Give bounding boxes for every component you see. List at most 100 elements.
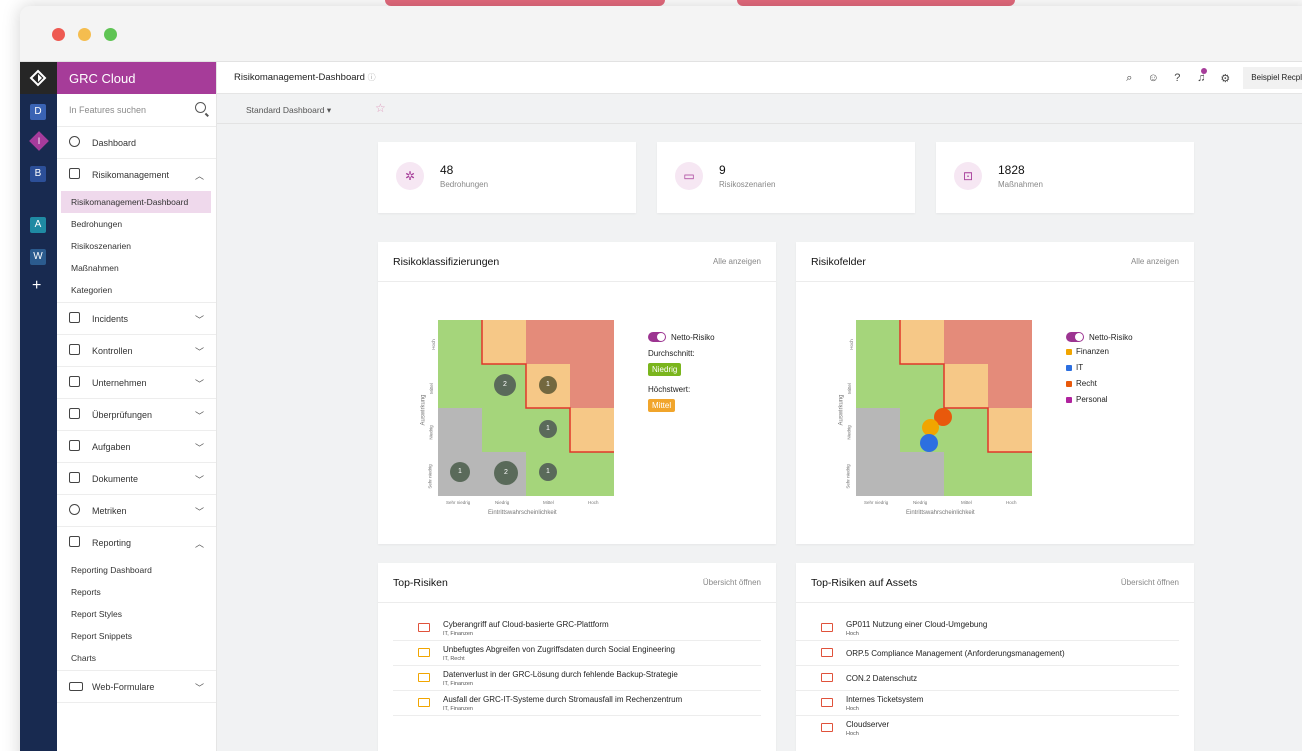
top-risk-row[interactable]: Ausfall der GRC-IT-Systeme durch Stromau… xyxy=(393,691,761,716)
feature-search-input[interactable]: In Features suchen xyxy=(57,94,216,127)
sidebar-sub-risikoszenarien[interactable]: Risikoszenarien xyxy=(57,235,216,257)
risk-bubble[interactable]: 1 xyxy=(539,376,557,394)
chevron-down-icon: ﹀ xyxy=(194,379,204,389)
asset-risk-row[interactable]: Cloudserver Hoch xyxy=(796,716,1179,741)
user-menu-button[interactable]: Beispiel Recpl xyxy=(1243,67,1302,89)
y-tick: Hoch xyxy=(848,339,854,350)
y-tick: Niedrig xyxy=(846,425,852,440)
sidebar-sub-risk-dashboard[interactable]: Risikomanagement-Dashboard xyxy=(61,191,211,213)
sidebar-sub-bedrohungen[interactable]: Bedrohungen xyxy=(57,213,216,235)
risk-bubble[interactable]: 2 xyxy=(494,461,518,485)
sidebar-sub-report-styles[interactable]: Report Styles xyxy=(57,603,216,625)
gear-icon[interactable]: ⚙ xyxy=(1213,72,1237,85)
search-icon[interactable] xyxy=(195,102,206,113)
risk-bubble[interactable]: 2 xyxy=(494,374,516,396)
asset-subtitle: Hoch xyxy=(846,631,859,637)
sidebar-item-unternehmen[interactable]: Unternehmen ﹀ xyxy=(57,367,216,399)
asset-risk-row[interactable]: Internes Ticketsystem Hoch xyxy=(796,691,1179,716)
asset-risk-row[interactable]: ORP.5 Compliance Management (Anforderung… xyxy=(796,641,1179,666)
x-axis-label: Eintrittswahrscheinlichkeit xyxy=(488,510,557,516)
rail-app-b[interactable]: B xyxy=(30,166,46,182)
sidebar-item-kontrollen[interactable]: Kontrollen ﹀ xyxy=(57,335,216,367)
question-icon[interactable]: ? xyxy=(1165,72,1189,84)
logo-icon[interactable] xyxy=(20,62,57,94)
asset-title: Internes Ticketsystem xyxy=(846,695,924,704)
rail-app-i[interactable]: I xyxy=(29,131,49,151)
risk-dot-it[interactable] xyxy=(920,434,938,452)
dashboard-select[interactable]: Standard Dashboard ▾ xyxy=(246,105,331,116)
average-label: Durchschnitt: xyxy=(648,349,695,358)
page-title-text: Risikomanagement-Dashboard xyxy=(234,72,365,83)
search-icon[interactable]: ⌕ xyxy=(1117,72,1141,85)
maximize-window-button[interactable] xyxy=(104,28,117,41)
x-tick: Mittel xyxy=(543,500,554,505)
asset-subtitle: Hoch xyxy=(846,706,859,712)
net-risk-toggle[interactable] xyxy=(648,332,666,342)
chevron-down-icon: ﹀ xyxy=(194,683,204,693)
card-header: Top-Risiken Übersicht öffnen xyxy=(378,563,776,603)
top-risks-card: Top-Risiken Übersicht öffnen Cyberangrif… xyxy=(378,563,776,751)
risk-bubble[interactable]: 1 xyxy=(450,462,470,482)
sidebar-item-label: Web-Formulare xyxy=(92,682,155,692)
stat-card-massnahmen[interactable]: ⊡ 1828 Maßnahmen xyxy=(936,142,1194,213)
sidebar-item-dokumente[interactable]: Dokumente ﹀ xyxy=(57,463,216,495)
net-risk-toggle[interactable] xyxy=(1066,332,1084,342)
stat-card-bedrohungen[interactable]: ✲ 48 Bedrohungen xyxy=(378,142,636,213)
risk-scenario-icon xyxy=(418,698,430,707)
top-risk-row[interactable]: Cyberangriff auf Cloud-basierte GRC-Plat… xyxy=(393,616,761,641)
calendar-check-icon xyxy=(69,408,80,419)
sidebar-sub-massnahmen[interactable]: Maßnahmen xyxy=(57,257,216,279)
sidebar-item-metriken[interactable]: Metriken ﹀ xyxy=(57,495,216,527)
y-tick: Mittel xyxy=(846,383,852,394)
help-icon[interactable]: ⓘ xyxy=(368,73,376,82)
sidebar-item-risikomanagement[interactable]: Risikomanagement ︿ xyxy=(57,159,216,191)
sidebar-item-web-formulare[interactable]: Web-Formulare ﹀ xyxy=(57,671,216,703)
chevron-down-icon: ﹀ xyxy=(194,507,204,517)
open-overview-link[interactable]: Übersicht öffnen xyxy=(703,578,761,587)
x-axis-label: Eintrittswahrscheinlichkeit xyxy=(906,510,975,516)
assistant-icon[interactable]: ☺ xyxy=(1141,72,1165,84)
threat-icon: ✲ xyxy=(396,162,424,190)
chevron-down-icon: ﹀ xyxy=(194,411,204,421)
sidebar-item-ueberpruefungen[interactable]: Überprüfungen ﹀ xyxy=(57,399,216,431)
legend-swatch-finanzen xyxy=(1066,349,1072,355)
chevron-up-icon: ︿ xyxy=(194,539,204,549)
show-all-link[interactable]: Alle anzeigen xyxy=(713,257,761,266)
sidebar-item-incidents[interactable]: Incidents ﹀ xyxy=(57,303,216,335)
stat-card-risikoszenarien[interactable]: ▭ 9 Risikoszenarien xyxy=(657,142,915,213)
sidebar-item-aufgaben[interactable]: Aufgaben ﹀ xyxy=(57,431,216,463)
close-window-button[interactable] xyxy=(52,28,65,41)
minimize-window-button[interactable] xyxy=(78,28,91,41)
sidebar-item-label: Aufgaben xyxy=(92,442,131,452)
sidebar-item-reporting[interactable]: Reporting ︿ xyxy=(57,527,216,559)
top-risk-row[interactable]: Unbefugtes Abgreifen von Zugriffsdaten d… xyxy=(393,641,761,666)
add-app-icon[interactable]: + xyxy=(32,277,41,295)
rail-app-w[interactable]: W xyxy=(30,249,46,265)
rail-app-a[interactable]: A xyxy=(30,217,46,233)
rail-app-i-label: I xyxy=(37,136,41,146)
rail-app-d[interactable]: D xyxy=(30,104,46,120)
asset-risk-row[interactable]: GP011 Nutzung einer Cloud-Umgebung Hoch xyxy=(796,616,1179,641)
favorite-star-icon[interactable]: ☆ xyxy=(375,101,386,115)
top-risk-row[interactable]: Datenverlust in der GRC-Lösung durch feh… xyxy=(393,666,761,691)
sidebar: GRC Cloud In Features suchen Dashboard R… xyxy=(57,62,217,751)
sidebar-sub-reporting-dashboard[interactable]: Reporting Dashboard xyxy=(57,559,216,581)
show-all-link[interactable]: Alle anzeigen xyxy=(1131,257,1179,266)
sidebar-sub-reports[interactable]: Reports xyxy=(57,581,216,603)
toggle-label: Netto-Risiko xyxy=(671,333,715,342)
form-icon xyxy=(69,682,83,691)
asset-risk-row[interactable]: CON.2 Datenschutz xyxy=(796,666,1179,691)
y-axis-label: Auswirkung xyxy=(838,394,845,426)
chevron-up-icon: ︿ xyxy=(194,171,204,181)
sidebar-sub-report-snippets[interactable]: Report Snippets xyxy=(57,625,216,647)
sidebar-item-dashboard[interactable]: Dashboard xyxy=(57,127,216,159)
notification-bell-icon[interactable]: ♫ xyxy=(1189,68,1213,84)
risk-bubble[interactable]: 1 xyxy=(539,420,557,438)
toggle-label: Netto-Risiko xyxy=(1089,333,1133,342)
sidebar-sub-kategorien[interactable]: Kategorien xyxy=(57,279,216,303)
sidebar-sub-charts[interactable]: Charts xyxy=(57,647,216,671)
risk-bubble[interactable]: 1 xyxy=(539,463,557,481)
legend-label-recht: Recht xyxy=(1076,379,1097,388)
open-overview-link[interactable]: Übersicht öffnen xyxy=(1121,578,1179,587)
gauge-icon xyxy=(69,504,80,515)
